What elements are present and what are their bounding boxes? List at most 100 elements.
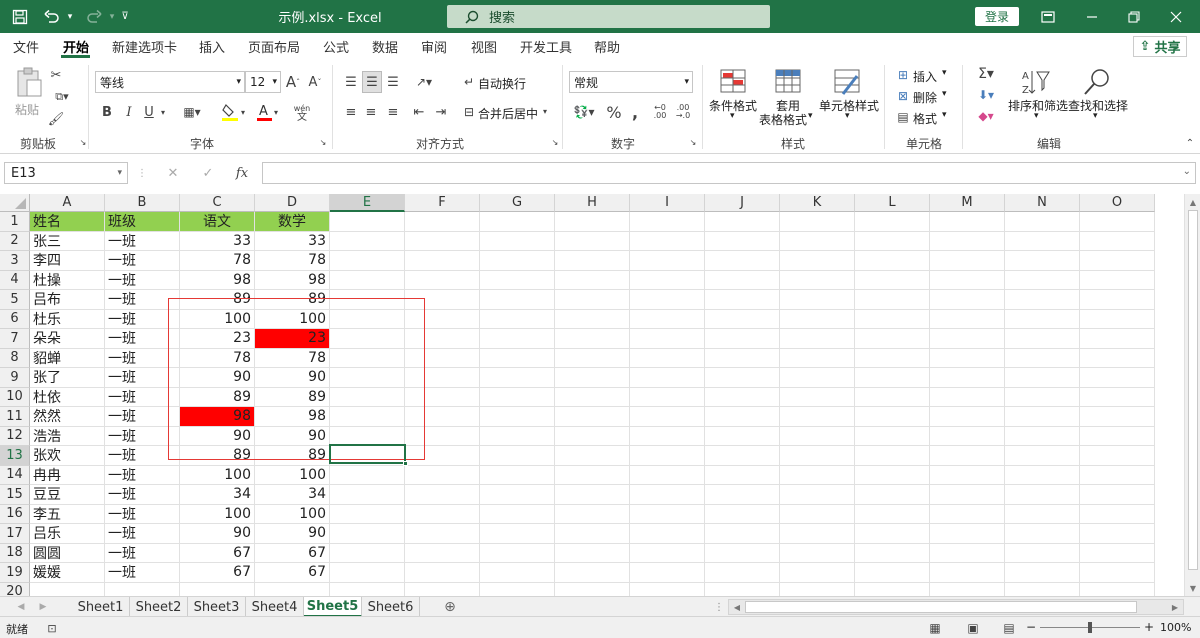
cell-i13[interactable] — [630, 446, 705, 466]
tab-help[interactable]: 帮助 — [594, 37, 620, 56]
cell-b8[interactable]: 一班 — [105, 348, 180, 368]
cell-e15[interactable] — [330, 485, 405, 505]
cell-j2[interactable] — [705, 231, 780, 251]
dialog-launcher-icon[interactable]: ↘ — [78, 137, 88, 147]
merge-center-button[interactable]: 合并后居中 — [478, 105, 538, 122]
cell-l4[interactable] — [855, 270, 930, 290]
undo-icon[interactable] — [40, 0, 64, 33]
cell-b12[interactable]: 一班 — [105, 426, 180, 446]
row-header-4[interactable]: 4 — [0, 270, 30, 290]
cell-g1[interactable] — [480, 212, 555, 232]
tab-view[interactable]: 视图 — [471, 37, 497, 56]
comma-style-icon[interactable]: , — [627, 101, 643, 123]
cell-k16[interactable] — [780, 504, 855, 524]
cell-c12[interactable]: 90 — [180, 426, 255, 446]
cell-m14[interactable] — [930, 465, 1005, 485]
cell-h15[interactable] — [555, 485, 630, 505]
minimize-icon[interactable] — [1080, 0, 1104, 33]
column-header-k[interactable]: K — [780, 194, 855, 212]
cell-l16[interactable] — [855, 504, 930, 524]
cell-e5[interactable] — [330, 290, 405, 310]
cell-b6[interactable]: 一班 — [105, 309, 180, 329]
close-icon[interactable] — [1164, 0, 1188, 33]
cell-k13[interactable] — [780, 446, 855, 466]
cell-j14[interactable] — [705, 465, 780, 485]
cell-m6[interactable] — [930, 309, 1005, 329]
number-format-select[interactable]: 常规 ▾ — [569, 71, 693, 93]
tab-developer[interactable]: 开发工具 — [520, 37, 572, 56]
column-header-m[interactable]: M — [930, 194, 1005, 212]
cell-f7[interactable] — [405, 329, 480, 349]
column-header-l[interactable]: L — [855, 194, 930, 212]
cell-e6[interactable] — [330, 309, 405, 329]
cell-n2[interactable] — [1005, 231, 1080, 251]
cell-l6[interactable] — [855, 309, 930, 329]
cell-j16[interactable] — [705, 504, 780, 524]
zoom-slider-thumb[interactable] — [1088, 622, 1092, 633]
cell-i17[interactable] — [630, 524, 705, 544]
cell-i12[interactable] — [630, 426, 705, 446]
cell-c13[interactable]: 89 — [180, 446, 255, 466]
cell-j18[interactable] — [705, 543, 780, 563]
cell-e10[interactable] — [330, 387, 405, 407]
cell-b18[interactable]: 一班 — [105, 543, 180, 563]
cell-k5[interactable] — [780, 290, 855, 310]
cell-h14[interactable] — [555, 465, 630, 485]
cell-f15[interactable] — [405, 485, 480, 505]
cell-n16[interactable] — [1005, 504, 1080, 524]
cell-h16[interactable] — [555, 504, 630, 524]
cell-f19[interactable] — [405, 563, 480, 583]
merge-center-icon[interactable]: ⊟ — [460, 102, 478, 122]
horizontal-scrollbar[interactable]: ◀ ▶ — [728, 599, 1184, 615]
cell-h9[interactable] — [555, 368, 630, 388]
format-cells-icon[interactable]: ▤ — [894, 109, 912, 125]
cell-f3[interactable] — [405, 251, 480, 271]
cell-e16[interactable] — [330, 504, 405, 524]
tab-file[interactable]: 文件 — [13, 37, 39, 56]
cell-j12[interactable] — [705, 426, 780, 446]
cell-c1[interactable]: 语文 — [180, 212, 255, 232]
cell-l15[interactable] — [855, 485, 930, 505]
bold-button[interactable]: B — [98, 101, 116, 123]
cell-g3[interactable] — [480, 251, 555, 271]
cell-b13[interactable]: 一班 — [105, 446, 180, 466]
cell-a4[interactable]: 杜操 — [30, 270, 105, 290]
phonetic-guide-icon[interactable]: wén 文 — [292, 103, 312, 123]
cell-l18[interactable] — [855, 543, 930, 563]
cell-l1[interactable] — [855, 212, 930, 232]
worksheet-grid[interactable]: ABCDEFGHIJKLMNO 1 2 3 4 5 6 7 8 9 10 11 12 13 14 15 16 1… — [0, 194, 1184, 598]
column-header-i[interactable]: I — [630, 194, 705, 212]
cell-h13[interactable] — [555, 446, 630, 466]
column-header-g[interactable]: G — [480, 194, 555, 212]
cell-i4[interactable] — [630, 270, 705, 290]
cell-o13[interactable] — [1080, 446, 1155, 466]
cancel-icon[interactable]: ✕ — [164, 164, 182, 182]
cell-m1[interactable] — [930, 212, 1005, 232]
cell-o17[interactable] — [1080, 524, 1155, 544]
cell-k14[interactable] — [780, 465, 855, 485]
cell-e18[interactable] — [330, 543, 405, 563]
cell-f9[interactable] — [405, 368, 480, 388]
tab-home[interactable]: 开始 — [63, 37, 89, 56]
cell-d19[interactable]: 67 — [255, 563, 330, 583]
cell-b2[interactable]: 一班 — [105, 231, 180, 251]
cell-c6[interactable]: 100 — [180, 309, 255, 329]
name-box[interactable]: E13 ▾ — [4, 162, 128, 184]
align-center-icon[interactable]: ≡ — [362, 101, 380, 123]
next-sheet-icon[interactable]: ▶ — [36, 599, 50, 615]
cell-j10[interactable] — [705, 387, 780, 407]
cell-n5[interactable] — [1005, 290, 1080, 310]
row-header-16[interactable]: 16 — [0, 504, 30, 524]
cell-o10[interactable] — [1080, 387, 1155, 407]
row-header-17[interactable]: 17 — [0, 524, 30, 544]
cell-d7[interactable]: 23 — [255, 329, 330, 349]
cell-d2[interactable]: 33 — [255, 231, 330, 251]
font-color-icon[interactable]: A ▾ — [252, 101, 282, 123]
cell-b5[interactable]: 一班 — [105, 290, 180, 310]
enter-icon[interactable]: ✓ — [199, 164, 217, 182]
row-header-13[interactable]: 13 — [0, 446, 30, 466]
cell-l7[interactable] — [855, 329, 930, 349]
cell-d13[interactable]: 89 — [255, 446, 330, 466]
cell-l17[interactable] — [855, 524, 930, 544]
cell-d6[interactable]: 100 — [255, 309, 330, 329]
